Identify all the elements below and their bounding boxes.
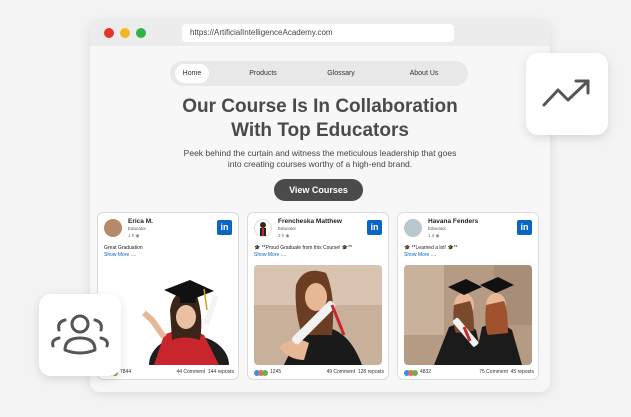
card-author-role: Educator [128,226,147,231]
browser-titlebar: https://ArtificialIntelligenceAcademy.co… [90,20,550,46]
testimonial-card[interactable]: Havana Fenders Educator 1 d ◉ in 🎓 **Lea… [397,212,539,380]
avatar [254,219,272,237]
card-stats: 49 Comment 128 reposts [326,369,384,375]
card-post-text: 🎓 **Proud Graduate from this Course! 🎓** [254,245,353,251]
show-more-link[interactable]: Show More .... [404,252,436,258]
trend-card [526,53,608,135]
globe-icon: ◉ [135,233,140,238]
users-icon [51,314,109,355]
card-footer: 1245 49 Comment 128 reposts [254,369,384,377]
card-post-text: 🎓 **Learned a lot! 🎓** [404,245,458,251]
card-stats: 75 Comment 45 reposts [479,369,534,375]
card-footer: 4832 75 Comment 45 reposts [404,369,534,377]
graduate-photo [404,265,532,365]
show-more-link[interactable]: Show More .... [254,252,286,258]
nav-glossary[interactable]: Glossary [311,64,371,83]
graduate-photo [104,265,232,365]
globe-icon: ◉ [285,233,290,238]
nav-about-us[interactable]: About Us [394,64,454,83]
reaction-count: 1245 [270,369,282,375]
view-courses-button[interactable]: View Courses [274,179,363,201]
browser-window: https://ArtificialIntelligenceAcademy.co… [90,20,550,392]
card-footer: 7844 44 Comment 144 reposts [104,369,234,377]
maximize-window-button[interactable] [136,28,146,38]
hero-subtitle-line-1: Peek behind the curtain and witness the … [183,148,457,158]
reactions-icon [254,370,268,376]
hero-subtitle-line-2: into creating courses worthy of a high-e… [227,159,413,169]
globe-icon: ◉ [435,233,440,238]
card-stats: 44 Comment 144 reposts [176,369,234,375]
card-author-name: Frencheska Matthew [278,218,342,225]
reaction-count: 4832 [420,369,432,375]
close-window-button[interactable] [104,28,114,38]
users-card [39,294,121,376]
card-post-text: Great Graduation [104,245,143,251]
graduate-photo [254,265,382,365]
card-author-name: Erica M. [128,218,153,225]
card-author-role: Educator [278,226,297,231]
avatar [404,219,422,237]
linkedin-icon[interactable]: in [217,220,232,235]
card-post-time: 3 h ◉ [278,233,290,238]
card-author-role: Educator [428,226,447,231]
reaction-count: 7844 [120,369,132,375]
url-bar[interactable]: https://ArtificialIntelligenceAcademy.co… [182,24,454,42]
card-post-time: 1 h ◉ [128,233,140,238]
avatar [104,219,122,237]
card-post-time: 1 d ◉ [428,233,440,238]
card-author-name: Havana Fenders [428,218,479,225]
reactions-icon [404,370,418,376]
hero-title-line-2: With Top Educators [231,120,409,141]
show-more-link[interactable]: Show More .... [104,252,136,258]
nav-products[interactable]: Products [233,64,293,83]
minimize-window-button[interactable] [120,28,130,38]
main-nav: Home Products Glossary About Us [170,61,468,86]
linkedin-icon[interactable]: in [517,220,532,235]
trending-up-icon [542,79,590,107]
linkedin-icon[interactable]: in [367,220,382,235]
testimonial-card[interactable]: Frencheska Matthew Educator 3 h ◉ in 🎓 *… [247,212,389,380]
nav-home[interactable]: Home [175,64,209,83]
hero-title-line-1: Our Course Is In Collaboration [182,96,458,117]
